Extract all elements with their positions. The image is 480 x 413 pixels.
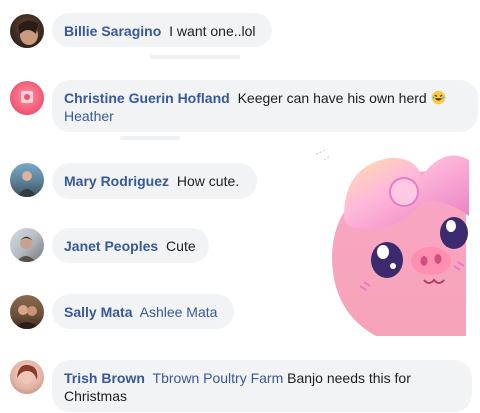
comment-text-continued: Christmas [64, 388, 128, 404]
comment-author[interactable]: Mary Rodriguez [64, 173, 169, 189]
comment-text: Keeger can have his own herd [237, 90, 427, 106]
person-photo-icon [17, 171, 37, 197]
person-photo-icon [18, 20, 38, 45]
divider [120, 136, 180, 140]
comment-author[interactable]: Trish Brown [64, 370, 145, 386]
badge-icon [21, 91, 33, 103]
comment-author[interactable]: Janet Peoples [64, 238, 158, 254]
avatar[interactable] [10, 14, 44, 48]
comment-author[interactable]: Sally Mata [64, 304, 132, 320]
avatar[interactable] [10, 81, 44, 115]
divider [150, 55, 240, 59]
avatar[interactable] [10, 163, 44, 197]
tagged-user[interactable]: Ashlee Mata [140, 304, 218, 320]
avatar[interactable] [10, 295, 44, 329]
pink-pig-sticker [304, 136, 474, 346]
comment-text: Banjo needs this for [287, 370, 411, 386]
comment-text: How cute. [176, 173, 240, 189]
comment-bubble: Christine Guerin Hofland Keeger can have… [52, 80, 478, 132]
avatar[interactable] [10, 360, 44, 394]
tagged-user[interactable]: Heather [64, 108, 114, 124]
comment-text: I want one..lol [169, 23, 256, 39]
comment-bubble: Billie Saragino I want one..lol [52, 13, 272, 47]
comment-bubble: Sally Mata Ashlee Mata [52, 294, 234, 329]
comment-text: Cute [166, 238, 196, 254]
comment-bubble: Janet Peoples Cute [52, 228, 209, 263]
person-photo-icon [16, 236, 36, 262]
tagged-user[interactable]: Tbrown Poultry Farm [153, 370, 284, 386]
pink-pig-sticker-icon [315, 149, 470, 341]
rofl-emoji-icon [431, 90, 445, 105]
avatar[interactable] [10, 228, 44, 262]
comment-bubble: Mary Rodriguez How cute. [52, 163, 257, 199]
comment-author[interactable]: Christine Guerin Hofland [64, 90, 230, 106]
comment-bubble: Trish Brown Tbrown Poultry Farm Banjo ne… [52, 360, 472, 412]
person-photo-icon [14, 305, 40, 329]
person-photo-icon [17, 364, 38, 384]
comment-author[interactable]: Billie Saragino [64, 23, 161, 39]
